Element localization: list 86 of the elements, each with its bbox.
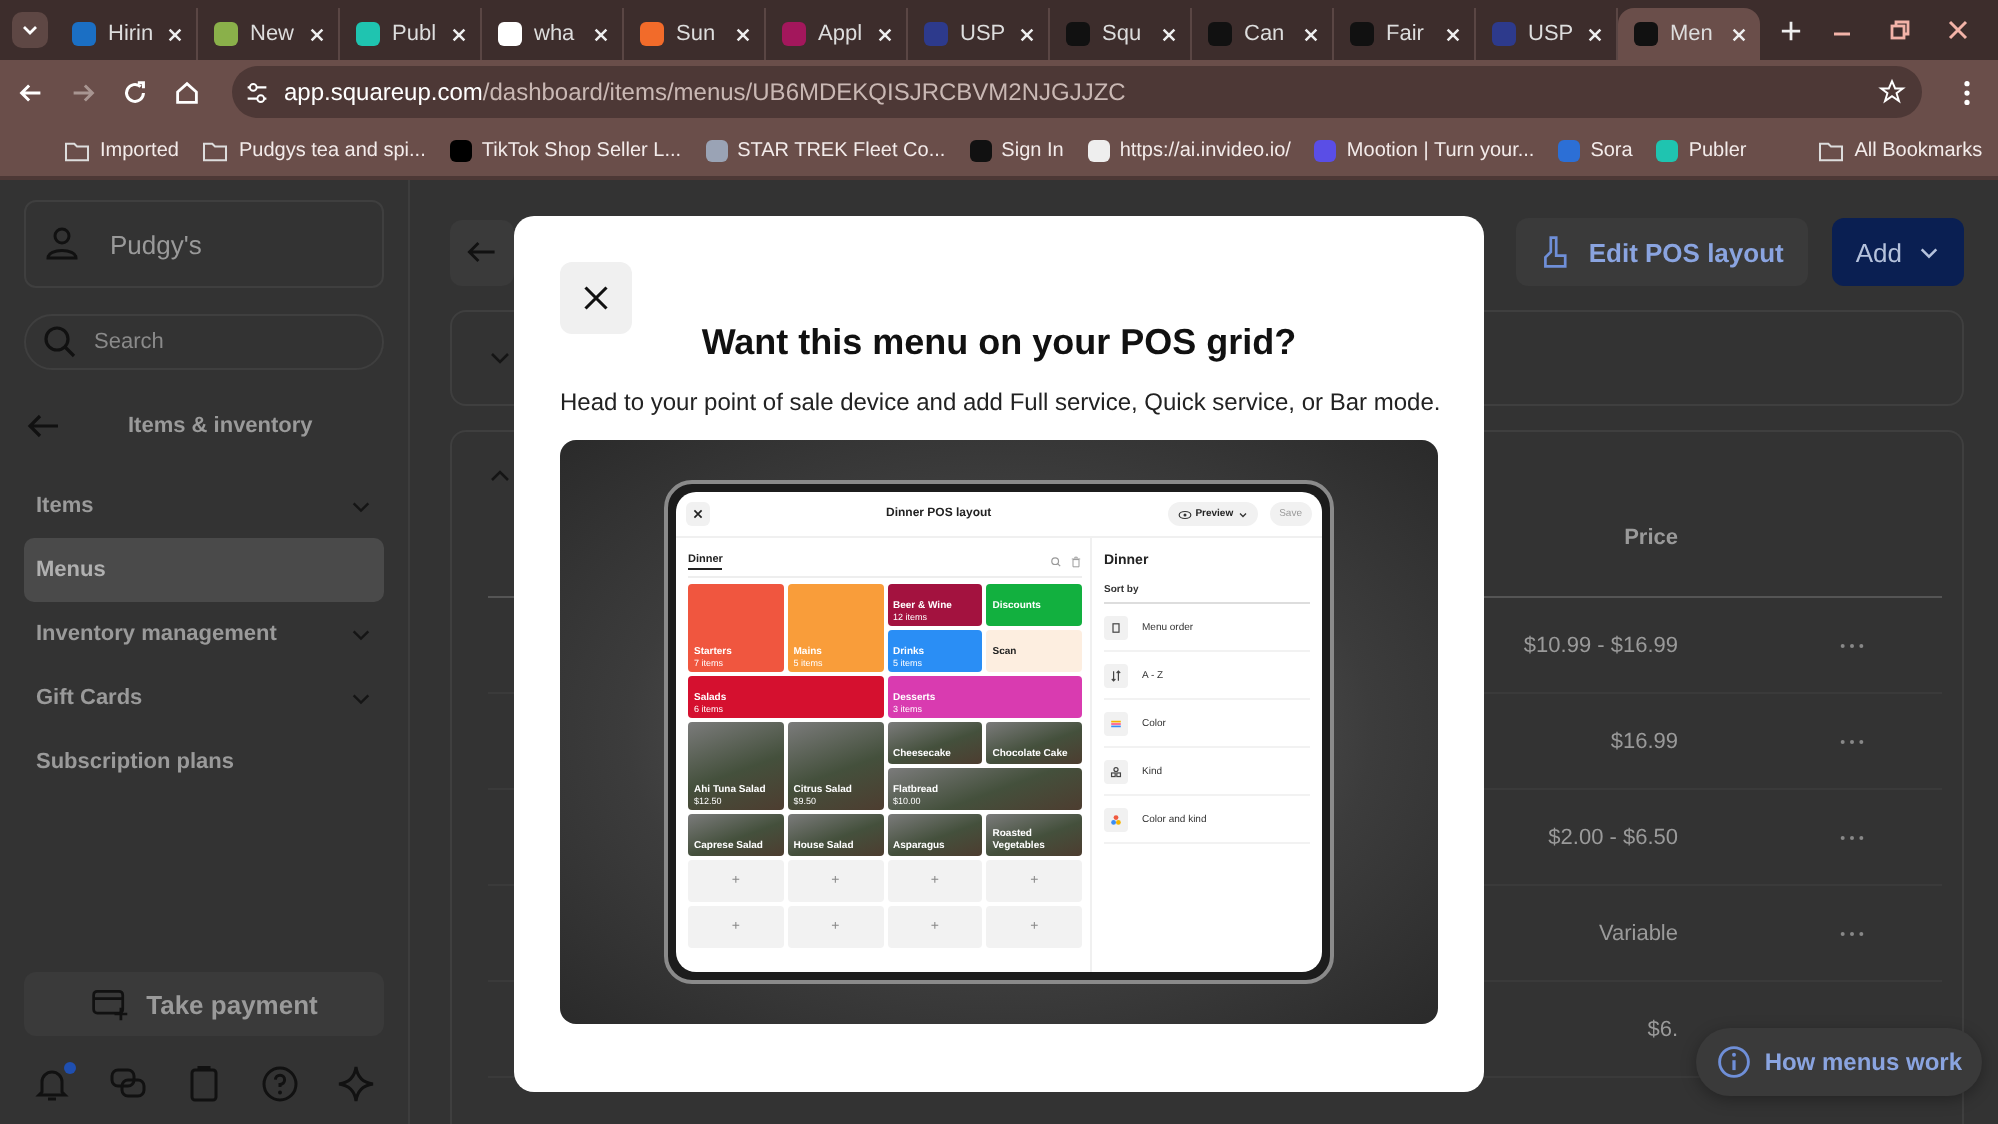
trash-icon[interactable] [1070,555,1082,567]
home-icon[interactable] [172,77,202,107]
more-options-icon[interactable] [1840,929,1864,937]
close-icon [692,508,704,520]
favicon-icon [1208,22,1232,46]
take-payment-button[interactable]: Take payment [24,972,384,1036]
sort-icon [1104,759,1128,783]
restore-icon[interactable] [1888,18,1912,42]
sidebar-item[interactable]: Gift Cards [24,666,384,730]
sidebar-item[interactable]: Subscription plans [24,730,384,794]
chevron-down-icon [1237,509,1248,519]
sort-icon [1104,615,1128,639]
close-icon[interactable] [1946,18,1970,42]
favicon-icon [782,22,806,46]
favicon-icon [356,22,380,46]
bookmark-link[interactable]: Imported [64,139,179,161]
favicon-icon [1492,22,1516,46]
favicon-icon [214,22,238,46]
table-cell: $16.99 [1610,729,1678,753]
modal-description: Head to your point of sale device and add Full service, Quick service, or Bar mode. [560,388,1438,416]
table-cell: Variable [1598,921,1678,945]
reload-icon[interactable] [120,77,150,107]
how-menus-work-button[interactable]: How menus work [1696,1028,1982,1096]
info-icon [1716,1044,1753,1080]
table-cell: $6. [1647,1017,1678,1041]
section-title: Items & inventory [128,414,313,438]
favicon-icon [705,139,728,161]
favicon-icon [1656,139,1679,161]
bookmark-link[interactable]: Publer [1656,139,1747,161]
sidebar-item[interactable]: Inventory management [24,602,384,666]
modal-title: Want this menu on your POS grid? [699,322,1299,364]
bookmark-link[interactable]: https://ai.invideo.io/ [1087,139,1291,161]
browser-tab[interactable]: Men [1618,8,1760,60]
table-cell: $10.99 - $16.99 [1523,633,1678,657]
bell-icon[interactable] [32,1064,72,1104]
site-settings-icon[interactable] [242,77,272,107]
card-plus-icon [90,984,131,1024]
close-icon [582,284,610,312]
bookmark-link[interactable]: STAR TREK Fleet Co... [705,139,946,161]
search-icon[interactable] [1050,555,1062,567]
sort-icon [1104,663,1128,687]
add-button[interactable]: Add [1831,218,1964,286]
eye-icon [1177,509,1192,519]
favicon-icon [1087,139,1110,161]
bookmark-link[interactable]: TikTok Shop Seller L... [449,139,682,161]
favicon-icon [1066,22,1090,46]
search-icon [40,322,80,362]
bookmark-star-icon[interactable] [1878,78,1906,106]
sidebar-item[interactable]: Items [24,474,384,538]
new-tab-icon[interactable] [1780,19,1802,41]
more-options-icon[interactable] [1840,737,1864,745]
search-field[interactable]: Search [24,314,384,370]
favicon-icon [924,22,948,46]
bookmark-link[interactable]: Sign In [969,139,1064,161]
column-header: Price [1624,526,1678,550]
folder-icon [202,139,229,161]
folder-icon [1818,139,1845,161]
url-text[interactable]: app.squareup.com/dashboard/items/menus/UB6MDEKQISJRCBVM2NJGJJZC [284,78,1126,106]
favicon-icon [969,139,992,161]
favicon-icon [1314,139,1337,161]
table-cell: $2.00 - $6.50 [1548,825,1678,849]
sort-icon [1104,807,1128,831]
address-bar[interactable]: app.squareup.com/dashboard/items/menus/UB6MDEKQISJRCBVM2NJGJJZC [232,66,1922,118]
more-options-icon[interactable] [1840,641,1864,649]
tab-search-button[interactable] [12,12,48,48]
favicon-icon [1634,22,1658,46]
bookmark-link[interactable]: Pudgys tea and spi... [202,139,426,161]
bookmark-link[interactable]: Mootion | Turn your... [1314,139,1535,161]
favicon-icon [498,22,522,46]
favicon-icon [1350,22,1374,46]
favicon-icon [1558,139,1581,161]
favicon-icon [449,139,472,161]
favicon-icon [640,22,664,46]
chevron-down-icon [20,20,40,40]
more-options-icon[interactable] [1840,833,1864,841]
bookmark-link[interactable]: Sora [1558,139,1633,161]
favicon-icon [72,22,96,46]
edit-pos-layout-button[interactable]: Edit POS layout [1516,218,1808,286]
close-button[interactable] [560,262,632,334]
folder-icon [64,139,90,161]
all-bookmarks-link[interactable]: All Bookmarks [1818,139,1983,161]
account-switcher[interactable]: Pudgy's [24,200,384,288]
close-button[interactable] [686,502,710,526]
sidebar-item[interactable]: Menus [24,538,384,602]
sort-icon [1104,711,1128,735]
person-icon [42,224,82,264]
